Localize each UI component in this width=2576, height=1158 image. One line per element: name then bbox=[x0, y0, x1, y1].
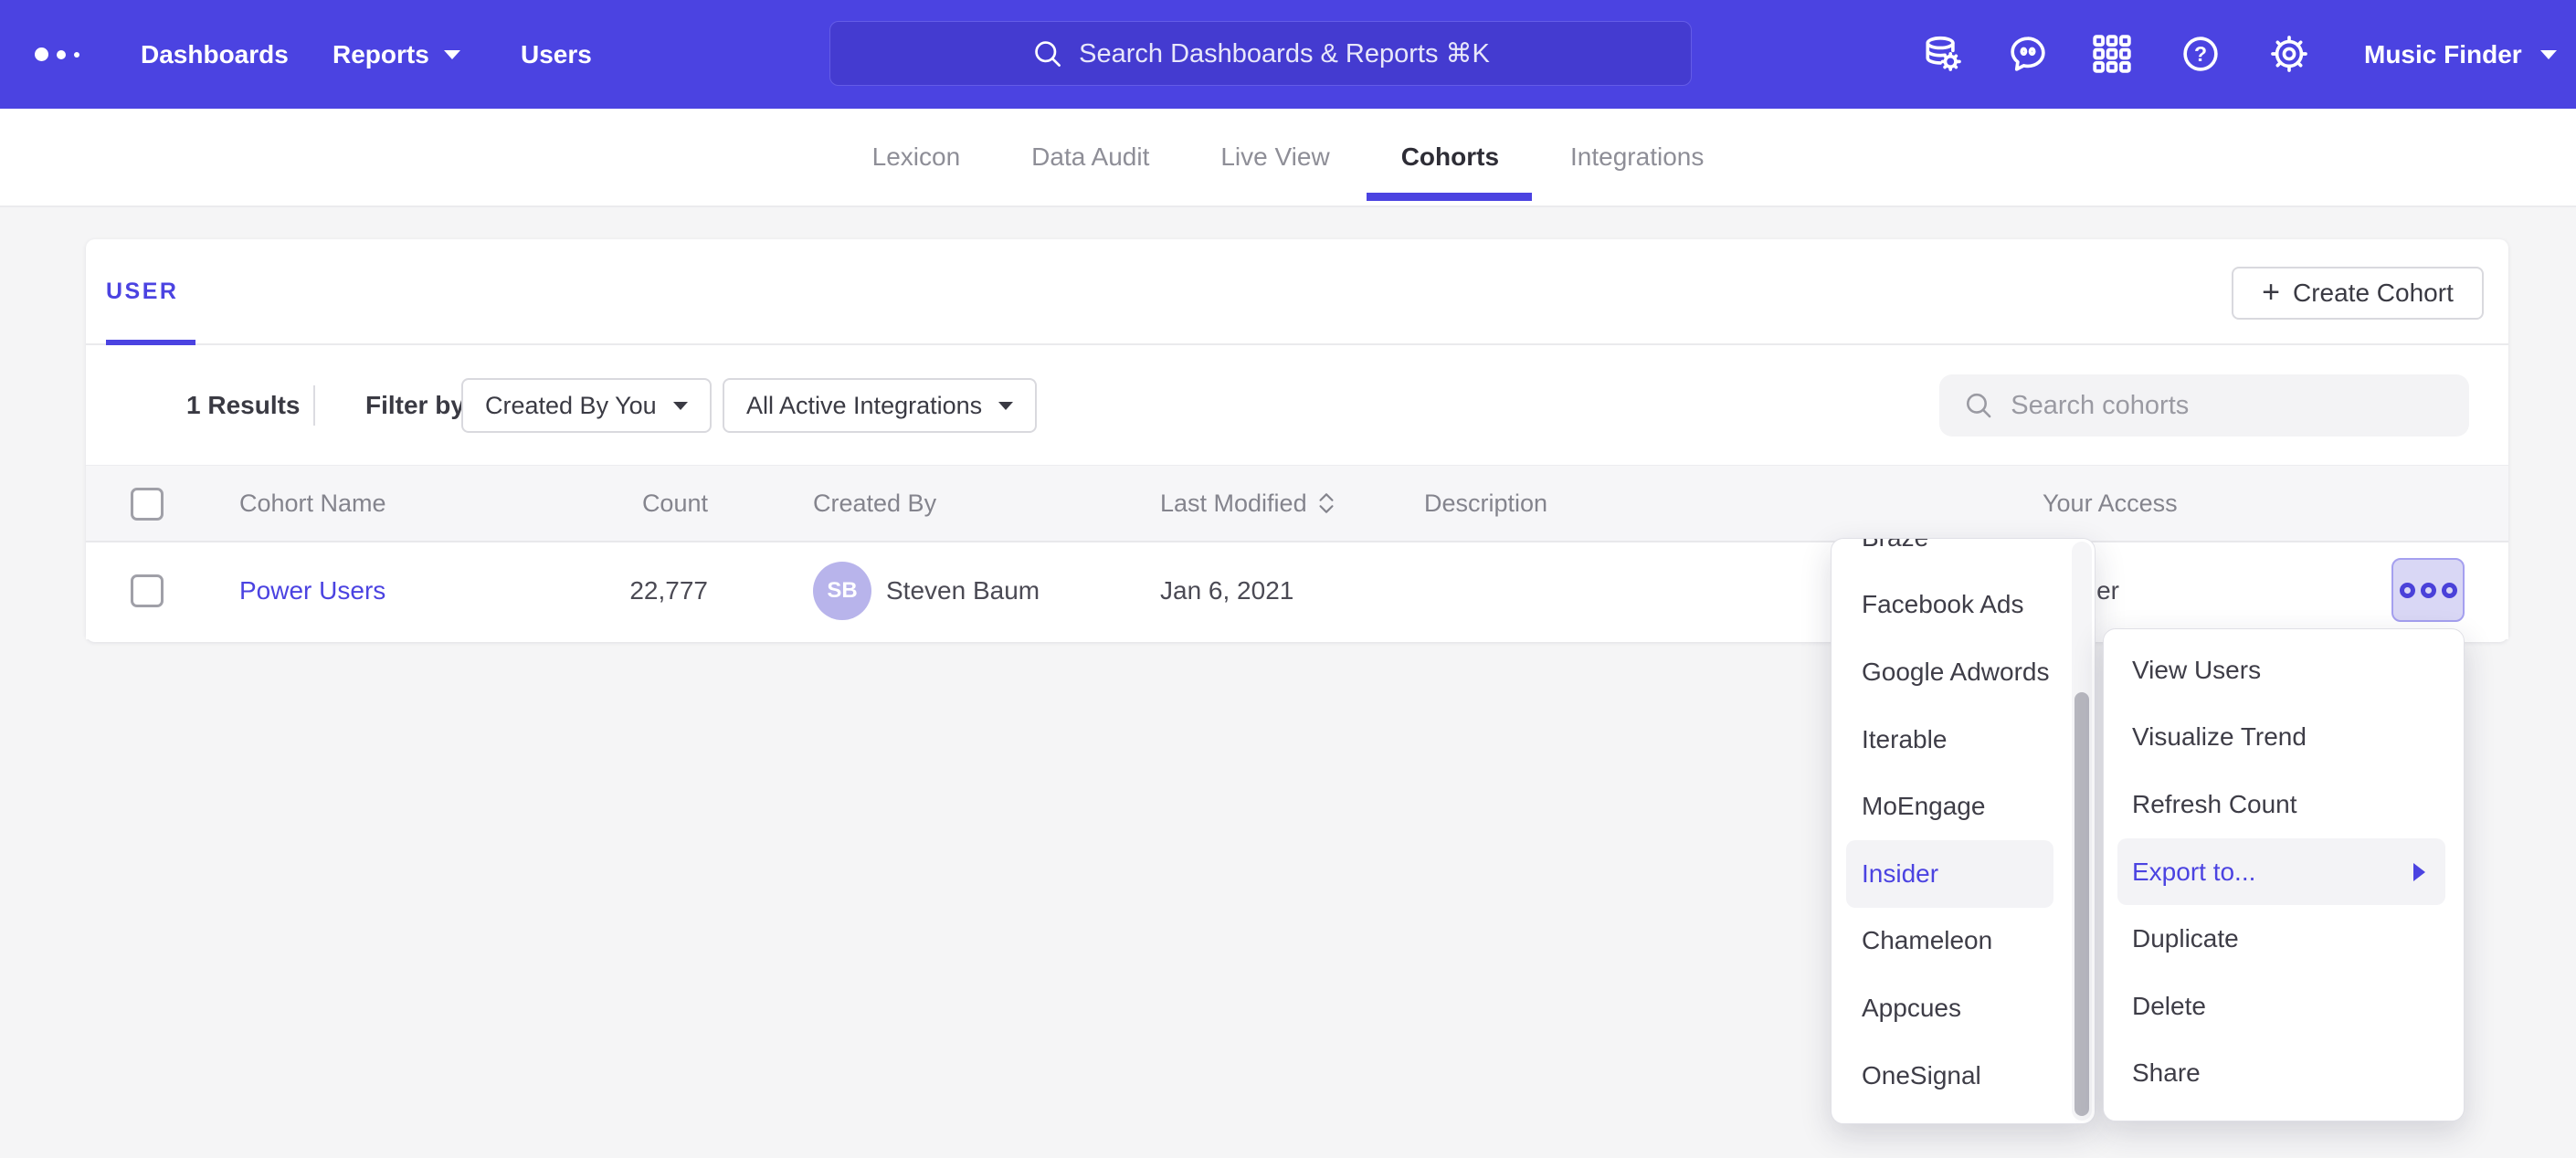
card-header: USER + Create Cohort bbox=[86, 239, 2508, 345]
section-tabbar: Lexicon Data Audit Live View Cohorts Int… bbox=[0, 109, 2576, 207]
filter-by-label: Filter by bbox=[365, 345, 465, 465]
global-search-input[interactable]: Search Dashboards & Reports ⌘K bbox=[829, 21, 1692, 86]
nav-users[interactable]: Users bbox=[521, 0, 592, 109]
data-management-icon[interactable] bbox=[1918, 30, 1966, 78]
cohort-link[interactable]: Power Users bbox=[239, 576, 385, 605]
cohort-search bbox=[1939, 374, 2469, 437]
tab-cohorts[interactable]: Cohorts bbox=[1401, 109, 1499, 205]
row-checkbox[interactable] bbox=[131, 574, 164, 607]
tab-user[interactable]: USER bbox=[106, 239, 178, 343]
menu-scrollbar-thumb[interactable] bbox=[2075, 692, 2089, 1116]
sort-icon bbox=[1316, 490, 1336, 516]
more-dots-icon bbox=[2400, 583, 2415, 598]
filter-integrations-dropdown[interactable]: All Active Integrations bbox=[723, 378, 1037, 433]
menu-item-appcues[interactable]: Appcues bbox=[1832, 974, 2095, 1042]
chevron-down-icon bbox=[444, 50, 460, 59]
chevron-down-icon bbox=[998, 402, 1013, 410]
nav-dashboards[interactable]: Dashboards bbox=[141, 0, 289, 109]
menu-item-export-to[interactable]: Export to... bbox=[2117, 838, 2445, 906]
cohorts-page: Dashboards Reports Users Search Dashboar… bbox=[0, 0, 2576, 1158]
tab-live-view[interactable]: Live View bbox=[1220, 109, 1329, 205]
filter-row: 1 Results Filter by Created By You All A… bbox=[86, 345, 2508, 466]
project-switcher[interactable]: Music Finder bbox=[2364, 0, 2557, 109]
tab-integrations[interactable]: Integrations bbox=[1570, 109, 1704, 205]
row-actions-menu: View Users Visualize Trend Refresh Count… bbox=[2103, 628, 2465, 1121]
menu-item-insider[interactable]: Insider bbox=[1846, 840, 2053, 908]
project-name: Music Finder bbox=[2364, 40, 2522, 69]
col-your-access: Your Access bbox=[2043, 466, 2178, 541]
menu-item-onesignal[interactable]: OneSignal bbox=[1832, 1042, 2095, 1110]
menu-item-visualize-trend[interactable]: Visualize Trend bbox=[2104, 704, 2464, 772]
results-count: 1 Results bbox=[186, 345, 301, 465]
create-cohort-button[interactable]: + Create Cohort bbox=[2232, 267, 2484, 320]
table-header: Cohort Name Count Created By Last Modifi… bbox=[86, 466, 2508, 542]
tab-data-audit[interactable]: Data Audit bbox=[1031, 109, 1149, 205]
created-by-cell: Steven Baum bbox=[886, 542, 1040, 639]
col-count: Count bbox=[489, 466, 708, 541]
nav-users-label: Users bbox=[521, 40, 592, 69]
feedback-icon[interactable] bbox=[2004, 30, 2052, 78]
avatar: SB bbox=[813, 562, 871, 620]
search-icon bbox=[1031, 37, 1064, 70]
menu-item-facebook-ads[interactable]: Facebook Ads bbox=[1832, 572, 2095, 639]
cohorts-card: USER + Create Cohort 1 Results Filter by… bbox=[86, 239, 2508, 642]
search-icon bbox=[1963, 388, 1994, 423]
chevron-down-icon bbox=[673, 402, 688, 410]
menu-item-view-users[interactable]: View Users bbox=[2104, 637, 2464, 704]
global-search-placeholder: Search Dashboards & Reports ⌘K bbox=[1079, 37, 1490, 69]
nav-reports-label: Reports bbox=[333, 40, 429, 69]
select-all-checkbox[interactable] bbox=[131, 488, 164, 521]
col-description: Description bbox=[1424, 466, 1547, 541]
menu-item-moengage[interactable]: MoEngage bbox=[1832, 773, 2095, 840]
count-cell: 22,777 bbox=[489, 542, 708, 639]
svg-text:?: ? bbox=[2194, 42, 2207, 66]
menu-item-delete[interactable]: Delete bbox=[2104, 973, 2464, 1040]
plus-icon: + bbox=[2262, 277, 2280, 308]
row-actions-button[interactable] bbox=[2391, 558, 2465, 622]
col-created-by: Created By bbox=[813, 466, 936, 541]
last-modified-cell: Jan 6, 2021 bbox=[1160, 542, 1293, 639]
menu-item-chameleon[interactable]: Chameleon bbox=[1832, 908, 2095, 975]
tab-lexicon[interactable]: Lexicon bbox=[872, 109, 961, 205]
menu-item-iterable[interactable]: Iterable bbox=[1832, 706, 2095, 774]
menu-item-share[interactable]: Share bbox=[2104, 1040, 2464, 1108]
nav-reports[interactable]: Reports bbox=[333, 0, 460, 109]
menu-item-duplicate[interactable]: Duplicate bbox=[2104, 905, 2464, 973]
submenu-arrow-icon bbox=[2413, 863, 2425, 881]
cohort-name-cell: Power Users bbox=[239, 542, 385, 639]
chevron-down-icon bbox=[2540, 50, 2557, 59]
menu-item-google-adwords[interactable]: Google Adwords bbox=[1832, 638, 2095, 706]
col-cohort-name: Cohort Name bbox=[239, 466, 386, 541]
active-tab-underline bbox=[1367, 193, 1532, 201]
filter-created-by-dropdown[interactable]: Created By You bbox=[461, 378, 712, 433]
export-integrations-menu: Braze Facebook Ads Google Adwords Iterab… bbox=[1831, 538, 2096, 1124]
apps-grid-icon[interactable] bbox=[2088, 30, 2136, 78]
menu-item-refresh-count[interactable]: Refresh Count bbox=[2104, 771, 2464, 838]
top-navbar: Dashboards Reports Users Search Dashboar… bbox=[0, 0, 2576, 109]
mixpanel-logo-icon[interactable] bbox=[35, 0, 79, 109]
settings-gear-icon[interactable] bbox=[2265, 30, 2313, 78]
menu-item-braze[interactable]: Braze bbox=[1832, 538, 2095, 572]
help-icon[interactable]: ? bbox=[2177, 30, 2224, 78]
nav-dashboards-label: Dashboards bbox=[141, 40, 289, 69]
col-last-modified[interactable]: Last Modified bbox=[1160, 466, 1336, 541]
table-row: Power Users 22,777 SB Steven Baum Jan 6,… bbox=[86, 542, 2508, 639]
divider bbox=[313, 385, 315, 426]
cohort-search-input[interactable] bbox=[2011, 391, 2445, 421]
